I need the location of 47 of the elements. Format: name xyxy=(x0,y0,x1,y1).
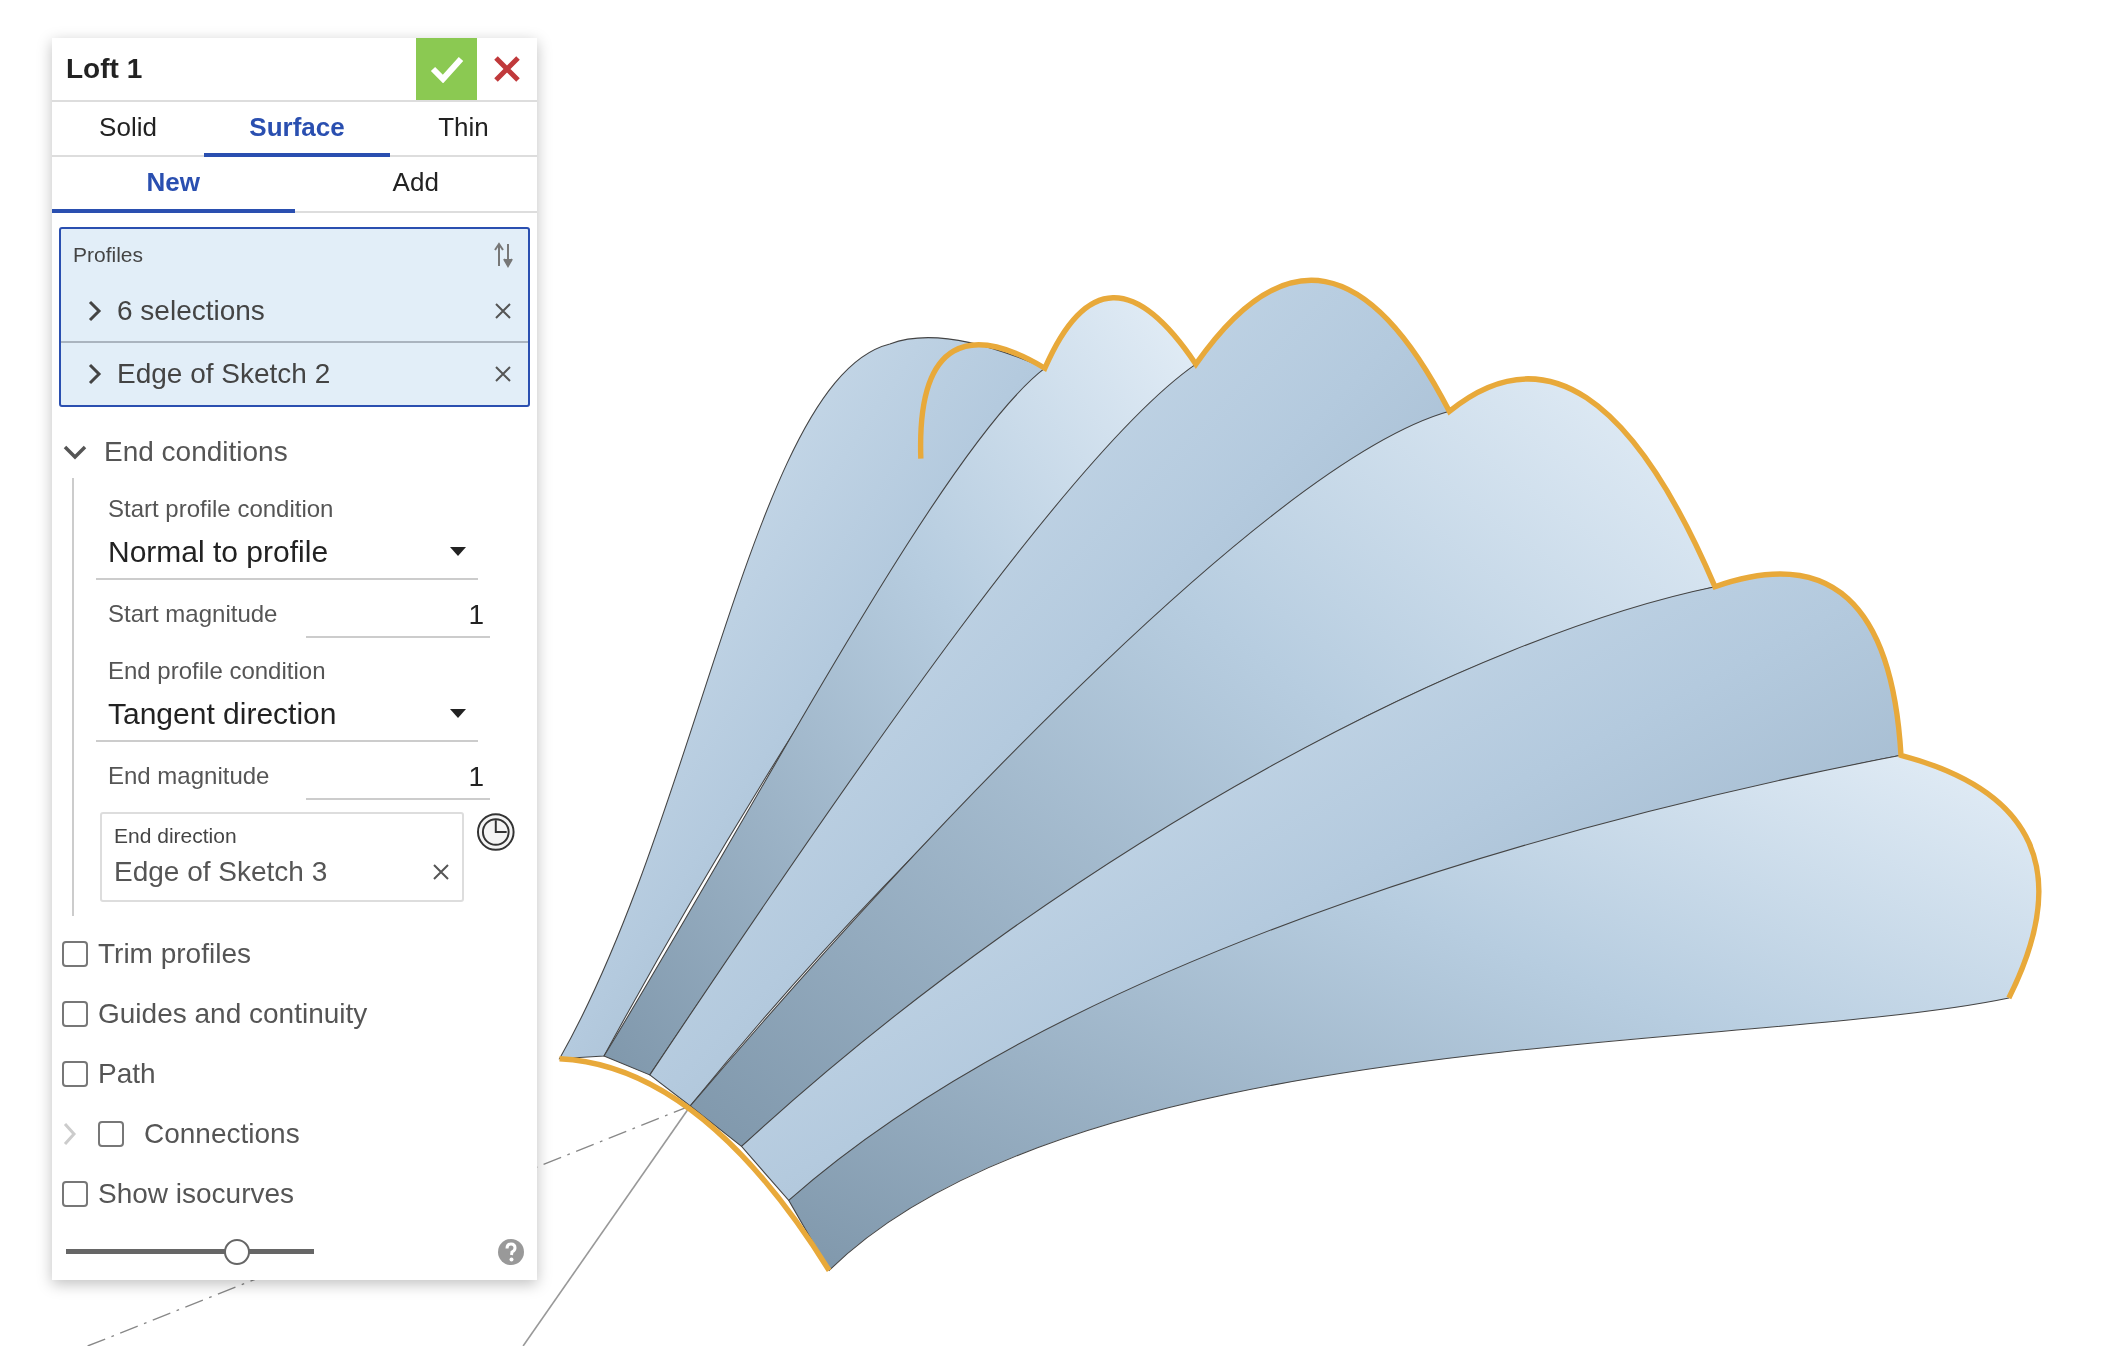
section-title[interactable]: End conditions xyxy=(104,436,288,469)
dropdown[interactable]: Normal to profile xyxy=(96,525,478,580)
sort-icon[interactable] xyxy=(494,242,514,268)
profiles-field[interactable]: Profiles 6 selections Edge of Sketch 2 xyxy=(59,227,530,407)
chevron-right-icon[interactable] xyxy=(87,362,103,386)
remove-icon[interactable] xyxy=(432,862,451,881)
selection-text: 6 selections xyxy=(117,295,266,327)
checkbox[interactable] xyxy=(62,1060,88,1087)
field-label: End magnitude xyxy=(108,761,271,791)
checkbox[interactable] xyxy=(62,1000,88,1027)
checkbox-label[interactable]: Connections xyxy=(144,1117,300,1150)
field-label: Start magnitude xyxy=(108,599,279,629)
end-direction-field[interactable]: End direction Edge of Sketch 3 xyxy=(100,811,465,902)
selection-text: Edge of Sketch 3 xyxy=(114,855,328,888)
checkbox-label[interactable]: Path xyxy=(98,1057,156,1090)
tab[interactable]: Solid xyxy=(52,102,204,157)
field-label: End profile condition xyxy=(108,655,327,686)
tab[interactable]: Add xyxy=(294,156,537,213)
selection-text: Edge of Sketch 2 xyxy=(117,358,332,390)
checkbox-label[interactable]: Trim profiles xyxy=(98,937,251,970)
checkmark-icon xyxy=(429,55,464,83)
clock-icon[interactable] xyxy=(476,811,516,852)
dialog-title: Loft 1 xyxy=(65,53,144,85)
tab[interactable]: Surface xyxy=(204,102,390,157)
caret-icon xyxy=(450,546,466,557)
help-icon[interactable] xyxy=(497,1237,525,1266)
remove-icon[interactable] xyxy=(494,365,512,383)
magnitude-input[interactable]: 1 xyxy=(306,593,490,638)
selection-item[interactable]: Edge of Sketch 2 xyxy=(61,343,528,405)
close-icon xyxy=(493,55,521,83)
checkbox-label[interactable]: Guides and continuity xyxy=(98,997,368,1030)
slider-thumb[interactable] xyxy=(224,1238,251,1265)
remove-icon[interactable] xyxy=(494,302,512,320)
checkbox[interactable] xyxy=(98,1120,124,1147)
dropdown[interactable]: Tangent direction xyxy=(96,687,478,742)
chevron-right-icon[interactable] xyxy=(87,299,103,323)
caret-icon xyxy=(450,708,466,719)
field-label: End direction xyxy=(114,823,237,847)
checkbox-label[interactable]: Show isocurves xyxy=(98,1177,295,1210)
selection-item[interactable]: 6 selections xyxy=(61,281,528,343)
tab[interactable]: Thin xyxy=(390,102,537,157)
tab[interactable]: New xyxy=(52,156,295,213)
field-label: Profiles xyxy=(73,243,144,267)
field-label: Start profile condition xyxy=(108,493,335,524)
checkbox[interactable] xyxy=(62,940,88,967)
checkbox[interactable] xyxy=(62,1180,88,1207)
magnitude-input[interactable]: 1 xyxy=(306,755,490,800)
